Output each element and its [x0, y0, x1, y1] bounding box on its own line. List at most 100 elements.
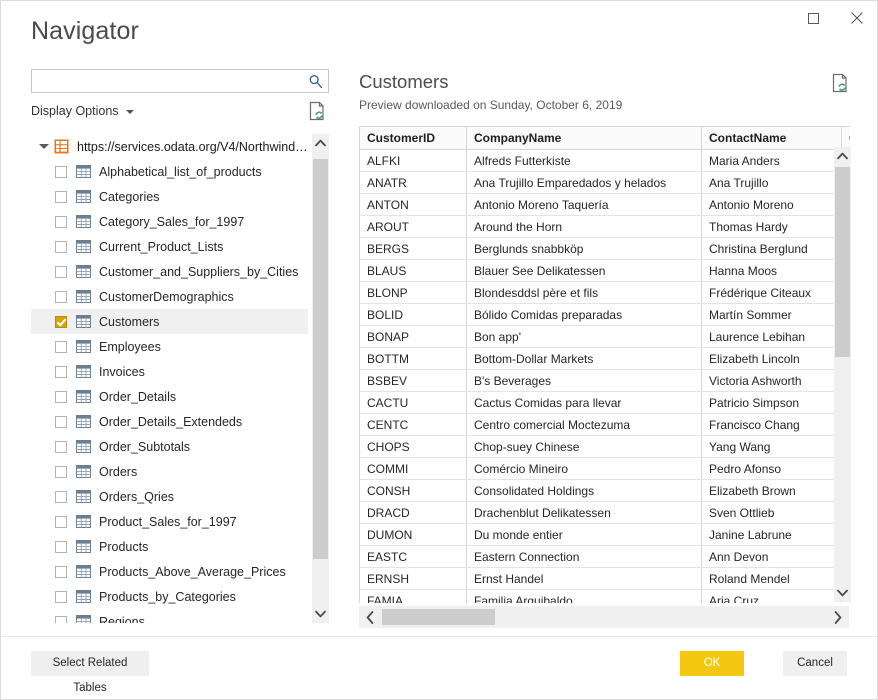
search-box[interactable] [31, 69, 329, 93]
table-row[interactable]: DRACD Drachenblut Delikatessen Sven Ottlie… [360, 501, 850, 524]
tree-item-customers[interactable]: Customers [31, 309, 308, 334]
refresh-document-icon-right[interactable] [832, 73, 854, 97]
tree-item-employees[interactable]: Employees [31, 334, 308, 359]
table-row[interactable]: BERGS Berglunds snabbköp Christina Berglun… [360, 237, 850, 260]
tree-item-invoices[interactable]: Invoices [31, 359, 308, 384]
tree-item-customer-and-suppliers-by-cities[interactable]: Customer_and_Suppliers_by_Cities [31, 259, 308, 284]
checkbox[interactable] [55, 515, 67, 528]
search-icon[interactable] [307, 73, 324, 90]
checkbox[interactable] [55, 315, 67, 328]
table-row[interactable]: BOTTM Bottom-Dollar Markets Elizabeth Linc… [360, 347, 850, 370]
display-options-row: Display Options [31, 101, 329, 126]
table-row[interactable]: BLONP Blondesddsl père et fils Frédérique … [360, 281, 850, 304]
grid-scroll-thumb[interactable] [835, 167, 850, 357]
tree-item-regions[interactable]: Regions [31, 609, 308, 623]
checkbox[interactable] [55, 290, 67, 303]
tree-item-products-by-categories[interactable]: Products_by_Categories [31, 584, 308, 609]
checkbox[interactable] [55, 165, 67, 178]
table-row[interactable]: ANATR Ana Trujillo Emparedados y helados A… [360, 171, 850, 194]
table-row[interactable]: ERNSHErnst HandelRoland MendelSales [360, 567, 850, 590]
grid-vertical-scrollbar[interactable] [834, 147, 851, 602]
tree-item-order-details-extendeds[interactable]: Order_Details_Extendeds [31, 409, 308, 434]
tree-item-label: Order_Subtotals [99, 439, 191, 454]
checkbox[interactable] [55, 265, 67, 278]
select-related-tables-button[interactable]: Select Related Tables [31, 651, 149, 694]
table-row[interactable]: BSBEVB's BeveragesVictoria AshworthSales [360, 369, 850, 392]
chevron-left-icon [366, 610, 374, 624]
grid-scroll-up-button[interactable] [834, 147, 851, 165]
tree-scroll-up-button[interactable] [312, 134, 329, 152]
checkbox[interactable] [55, 615, 67, 623]
tree-item-alphabetical-list-of-products[interactable]: Alphabetical_list_of_products [31, 159, 308, 184]
tree-item-current-product-lists[interactable]: Current_Product_Lists [31, 234, 308, 259]
grid-horizontal-scrollbar[interactable] [359, 606, 849, 628]
tree-scroll-thumb[interactable] [313, 159, 328, 559]
tree-item-product-sales-for-1997[interactable]: Product_Sales_for_1997 [31, 509, 308, 534]
checkbox[interactable] [55, 215, 67, 228]
column-header[interactable]: ContactName [701, 127, 842, 150]
checkbox[interactable] [55, 240, 67, 253]
display-options-dropdown[interactable]: Display Options [31, 104, 134, 118]
tree-root-item[interactable]: https://services.odata.org/V4/Northwind/… [31, 134, 308, 159]
tree-item-products[interactable]: Products [31, 534, 308, 559]
table-row[interactable]: COMMIComércio MineiroPedro AfonsoSales [360, 457, 850, 480]
table-tree-list[interactable]: https://services.odata.org/V4/Northwind/… [31, 134, 308, 623]
table-cell: Aria Cruz [701, 589, 842, 603]
table-cell: B's Beverages [466, 369, 702, 392]
checkbox[interactable] [55, 490, 67, 503]
grid-hscroll-thumb[interactable] [382, 609, 495, 625]
maximize-button[interactable] [791, 1, 835, 35]
column-header[interactable]: CompanyName [466, 127, 702, 150]
refresh-document-icon-left[interactable] [309, 101, 329, 123]
table-row[interactable]: BOLID Bólido Comidas preparadas Martín Som… [360, 303, 850, 326]
tree-item-label: Orders_Qries [99, 489, 175, 504]
table-row[interactable]: CENTC Centro comercial Moctezuma Francisco… [360, 413, 850, 436]
checkbox[interactable] [55, 390, 67, 403]
tree-item-order-subtotals[interactable]: Order_Subtotals [31, 434, 308, 459]
tree-item-products-above-average-prices[interactable]: Products_Above_Average_Prices [31, 559, 308, 584]
table-row[interactable]: AROUTAround the HornThomas HardySales [360, 215, 850, 238]
ok-button[interactable]: OK [680, 651, 744, 676]
tree-scroll-down-button[interactable] [312, 605, 329, 623]
checkbox[interactable] [55, 190, 67, 203]
column-header[interactable]: CustomerID [360, 127, 467, 150]
window-controls [791, 1, 877, 35]
grid-scroll-left-button[interactable] [359, 606, 381, 628]
table-row[interactable]: ALFKIAlfreds FutterkisteMaria AndersSale… [360, 149, 850, 172]
search-input[interactable] [32, 70, 304, 92]
checkbox[interactable] [55, 340, 67, 353]
checkbox[interactable] [55, 415, 67, 428]
table-cell: Antonio Moreno [701, 193, 842, 216]
table-cell: Ana Trujillo Emparedados y helados [466, 171, 702, 194]
expand-collapse-triangle-icon[interactable] [39, 144, 49, 149]
tree-vertical-scrollbar[interactable] [312, 134, 329, 623]
checkbox[interactable] [55, 365, 67, 378]
cancel-button[interactable]: Cancel [783, 651, 847, 676]
table-row[interactable]: CONSH Consolidated Holdings Elizabeth Brow… [360, 479, 850, 502]
table-row[interactable]: BLAUSBlauer See DelikatessenHanna MoosSa… [360, 259, 850, 282]
table-row[interactable]: FAMIAFamilia ArquibaldoAria CruzMarke [360, 589, 850, 603]
table-row[interactable]: DUMONDu monde entierJanine LabruneOwne [360, 523, 850, 546]
grid-scroll-down-button[interactable] [834, 584, 851, 602]
checkbox[interactable] [55, 590, 67, 603]
table-row[interactable]: EASTCEastern ConnectionAnn DevonSales [360, 545, 850, 568]
tree-root-label: https://services.odata.org/V4/Northwind/… [77, 139, 308, 154]
tree-item-label: Invoices [99, 364, 145, 379]
tree-item-orders[interactable]: Orders [31, 459, 308, 484]
tree-item-orders-qries[interactable]: Orders_Qries [31, 484, 308, 509]
tree-item-categories[interactable]: Categories [31, 184, 308, 209]
tree-item-order-details[interactable]: Order_Details [31, 384, 308, 409]
table-row[interactable]: CHOPSChop-suey ChineseYang WangOwne [360, 435, 850, 458]
checkbox[interactable] [55, 565, 67, 578]
table-row[interactable]: CACTU Cactus Comidas para llevar Patricio … [360, 391, 850, 414]
tree-item-label: Products_Above_Average_Prices [99, 564, 286, 579]
checkbox[interactable] [55, 540, 67, 553]
table-row[interactable]: ANTON Antonio Moreno Taquería Antonio More… [360, 193, 850, 216]
close-button[interactable] [835, 1, 877, 35]
tree-item-customerdemographics[interactable]: CustomerDemographics [31, 284, 308, 309]
grid-scroll-right-button[interactable] [827, 606, 849, 628]
table-row[interactable]: BONAPBon app'Laurence LebihanOwne [360, 325, 850, 348]
checkbox[interactable] [55, 465, 67, 478]
tree-item-category-sales-for-1997[interactable]: Category_Sales_for_1997 [31, 209, 308, 234]
checkbox[interactable] [55, 440, 67, 453]
